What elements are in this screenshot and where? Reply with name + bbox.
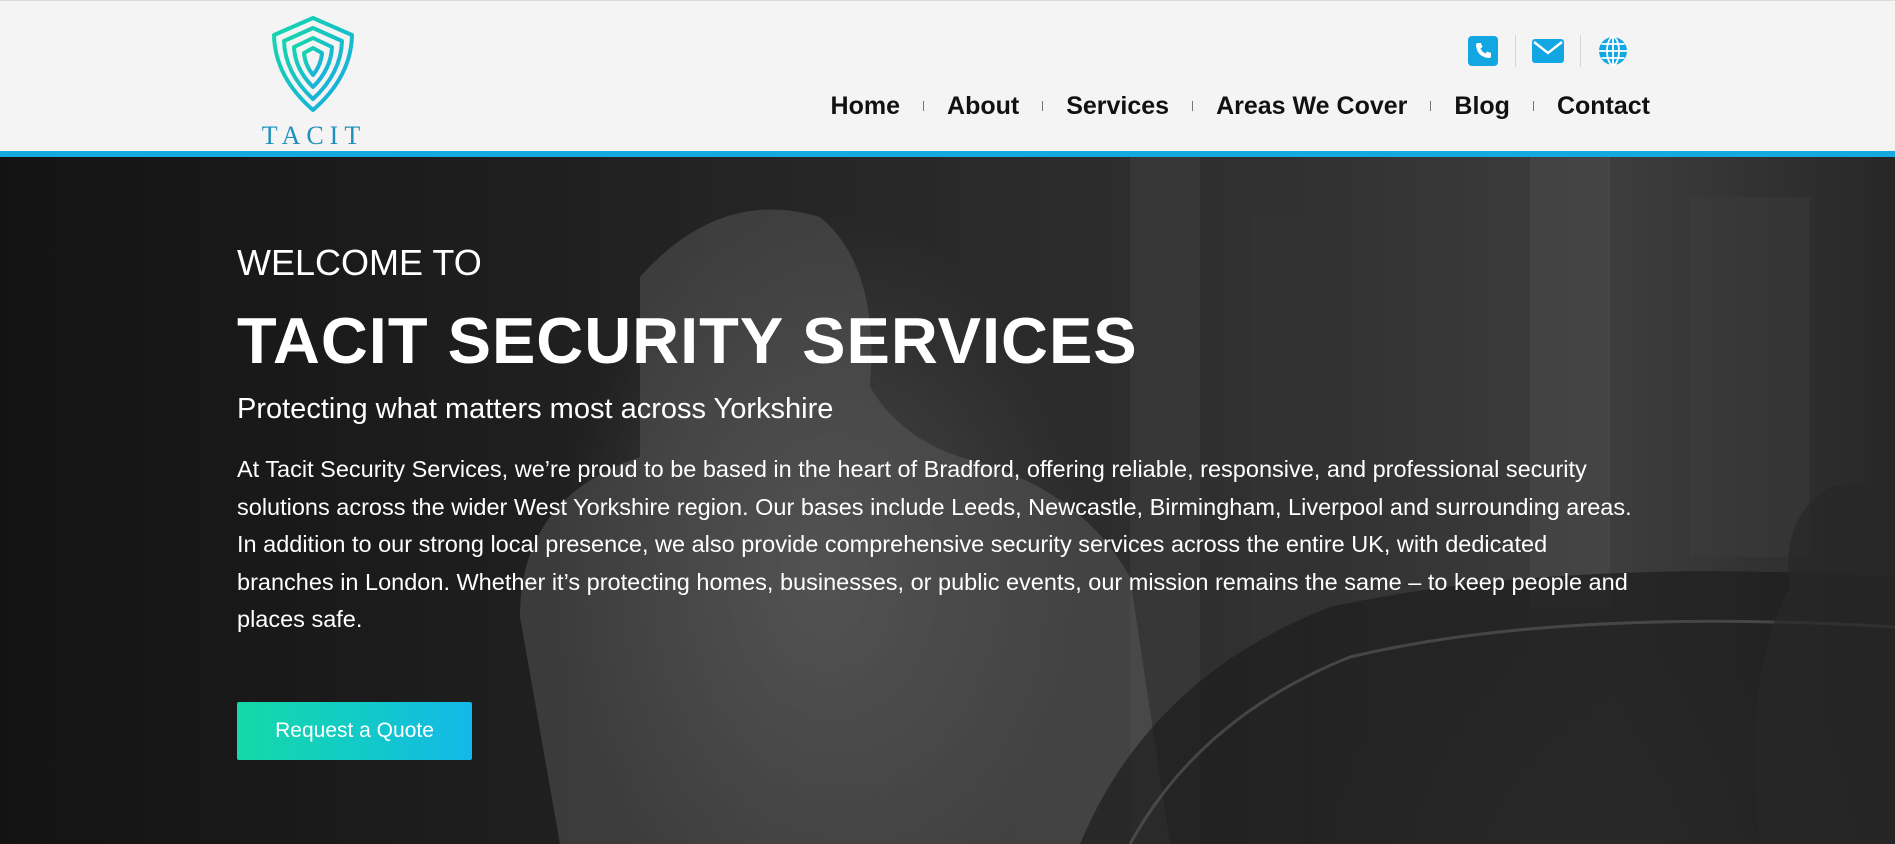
nav-divider — [1192, 101, 1194, 111]
nav-divider — [1042, 101, 1044, 111]
nav-home[interactable]: Home — [831, 92, 900, 121]
phone-icon[interactable] — [1466, 34, 1500, 68]
hero-welcome: WELCOME TO — [237, 242, 482, 283]
nav-areas-we-cover[interactable]: Areas We Cover — [1216, 92, 1407, 121]
email-icon[interactable] — [1531, 34, 1565, 68]
nav-divider — [1430, 101, 1432, 111]
main-nav: Home About Services Areas We Cover Blog … — [831, 89, 1650, 123]
site-header: TACIT Home About Services Areas We Cover… — [0, 0, 1895, 151]
icon-divider — [1580, 35, 1581, 67]
shield-maze-icon — [272, 16, 354, 112]
hero-subtitle: Protecting what matters most across York… — [237, 393, 834, 425]
hero-section: WELCOME TO TACIT SECURITY SERVICES Prote… — [0, 157, 1895, 844]
icon-divider — [1515, 35, 1516, 67]
hero-title: TACIT SECURITY SERVICES — [237, 304, 1138, 377]
contact-icons — [1466, 34, 1630, 68]
logo-text: TACIT — [261, 121, 367, 150]
nav-divider — [1532, 101, 1534, 111]
nav-contact[interactable]: Contact — [1557, 92, 1650, 121]
logo[interactable]: TACIT — [256, 13, 366, 150]
globe-icon[interactable] — [1596, 34, 1630, 68]
request-quote-button[interactable]: Request a Quote — [237, 702, 472, 760]
nav-about[interactable]: About — [947, 92, 1019, 121]
nav-blog[interactable]: Blog — [1454, 92, 1510, 121]
nav-divider — [923, 101, 925, 111]
hero-description: At Tacit Security Services, we’re proud … — [237, 456, 1632, 632]
nav-services[interactable]: Services — [1066, 92, 1169, 121]
